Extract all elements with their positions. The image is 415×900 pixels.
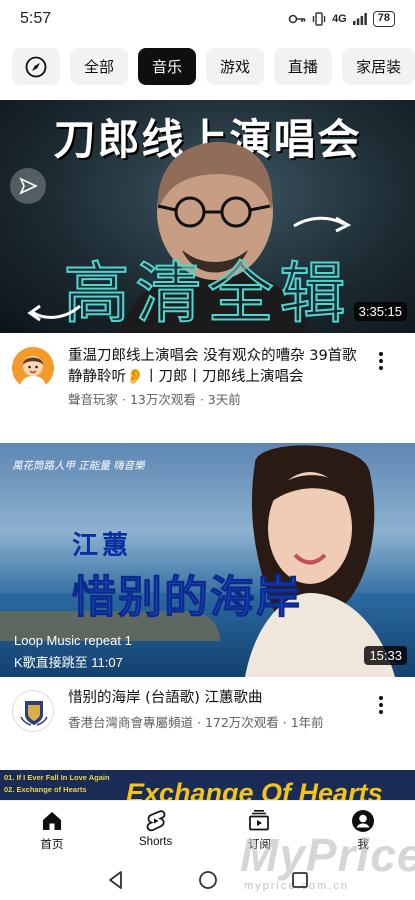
battery-indicator: 78 — [372, 11, 395, 27]
chip-live[interactable]: 直播 — [274, 48, 333, 85]
thumbnail-list-item: 02. Exchange of Hearts — [4, 785, 87, 794]
cast-button[interactable] — [10, 168, 46, 204]
chip-gaming[interactable]: 游戏 — [206, 48, 265, 85]
video-title[interactable]: 惜别的海岸 (台語歌) 江蕙歌曲 — [68, 688, 363, 709]
chip-all[interactable]: 全部 — [70, 48, 129, 85]
channel-avatar[interactable] — [12, 690, 54, 732]
thumbnail-jump: K歌直接跳至 11:07 — [14, 655, 123, 670]
chip-home-decor[interactable]: 家居装 — [342, 48, 415, 85]
thumbnail-artist: 江蕙 — [72, 531, 133, 561]
upload-age: 1年前 — [290, 715, 324, 730]
home-icon — [42, 812, 61, 830]
home-circle-icon[interactable] — [198, 870, 218, 890]
status-bar: 5:57 4G 78 — [0, 0, 415, 38]
view-count: 172万次观看 — [204, 715, 279, 730]
more-options-icon — [379, 695, 383, 700]
back-triangle-icon[interactable] — [106, 870, 126, 890]
share-arrow-icon — [19, 177, 38, 195]
status-icons: 4G 78 — [288, 11, 395, 27]
video-thumbnail[interactable]: 萬花筒路人甲 正能量 嗨音樂 江蕙 惜别的海岸 Loop Music repea… — [0, 443, 415, 677]
video-duration: 3:35:15 — [353, 302, 407, 321]
video-title[interactable]: 重温刀郎线上演唱会 没有观众的嘈杂 39首歌静静聆听👂丨刀郎丨刀郎线上演唱会 — [68, 346, 363, 388]
arrow-left-icon — [27, 304, 81, 322]
video-subtitle: 聲音玩家 · 13万次观看 · 3天前 — [68, 392, 241, 407]
channel-name[interactable]: 香港台灣商會專屬頻道 — [68, 715, 193, 730]
network-label: 4G — [332, 13, 347, 25]
upload-age: 3天前 — [207, 392, 241, 407]
signal-icon — [352, 13, 367, 25]
thumbnail-title: Exchange Of Hearts — [126, 778, 383, 800]
system-navigation-bar — [0, 860, 415, 900]
nav-home-label: 首页 — [40, 837, 64, 851]
thumbnail-song: 惜别的海岸 — [72, 572, 302, 624]
singer-portrait — [245, 445, 395, 677]
video-subtitle: 香港台灣商會專屬頻道 · 172万次观看 · 1年前 — [68, 715, 324, 730]
more-options-icon — [379, 351, 383, 356]
chip-music[interactable]: 音乐 — [138, 48, 197, 85]
thumbnail-list-item: 01. If I Ever Fall In Love Again — [4, 773, 110, 782]
cartoon-avatar-icon — [12, 347, 54, 389]
nav-shorts[interactable]: Shorts — [116, 801, 196, 860]
compass-icon — [25, 56, 47, 77]
crest-logo-icon — [20, 701, 48, 726]
nav-home[interactable]: 首页 — [12, 801, 92, 860]
status-time: 5:57 — [20, 10, 52, 27]
video-thumbnail[interactable]: 01. If I Ever Fall In Love Again 02. Exc… — [0, 770, 415, 800]
arrow-right-icon — [293, 216, 352, 233]
vibrate-icon — [312, 12, 326, 26]
recents-square-icon[interactable] — [290, 870, 310, 890]
video-duration: 15:33 — [364, 646, 407, 665]
channel-avatar[interactable] — [12, 347, 54, 389]
shorts-icon — [146, 810, 165, 832]
explore-button[interactable] — [12, 48, 60, 85]
nav-shorts-label: Shorts — [139, 836, 173, 848]
view-count: 13万次观看 — [129, 392, 196, 407]
thumbnail-loop: Loop Music repeat 1 — [14, 633, 132, 648]
more-options-button[interactable] — [371, 350, 391, 372]
channel-name[interactable]: 聲音玩家 — [68, 392, 118, 407]
video-thumbnail[interactable]: 刀郎线上演唱会 高清全辑 3:35:15 — [0, 100, 415, 333]
category-chip-bar: 全部 音乐 游戏 直播 家居装 — [12, 48, 415, 86]
more-options-button[interactable] — [371, 694, 391, 716]
thumbnail-caption: 萬花筒路人甲 正能量 嗨音樂 — [12, 460, 145, 472]
key-icon — [288, 14, 306, 24]
